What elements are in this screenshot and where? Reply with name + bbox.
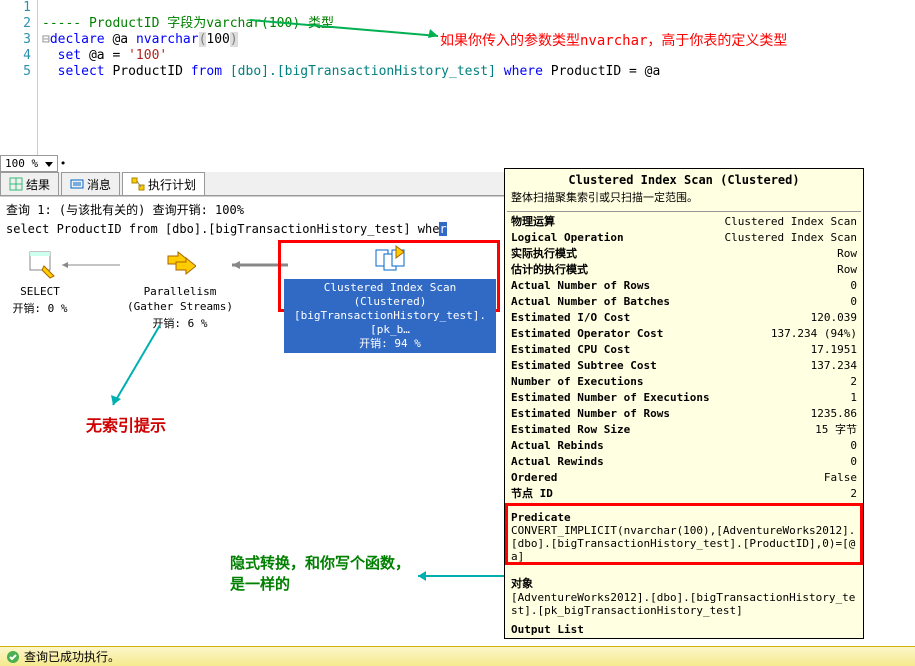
plan-query-sql: select ProductID from [dbo].[bigTransact… bbox=[0, 222, 505, 240]
tooltip-row: Actual Rebinds0 bbox=[507, 438, 861, 454]
tooltip-subtitle: 整体扫描聚集索引或只扫描一定范围。 bbox=[507, 189, 861, 209]
tooltip-row: 实际执行模式Row bbox=[507, 246, 861, 262]
status-text: 查询已成功执行。 bbox=[24, 648, 120, 665]
tooltip-row: Estimated Row Size15 字节 bbox=[507, 422, 861, 438]
plan-icon bbox=[131, 177, 145, 191]
plan-node-parallelism[interactable]: Parallelism (Gather Streams) 开销: 6 % bbox=[120, 248, 240, 331]
tooltip-row: 估计的执行模式Row bbox=[507, 262, 861, 278]
tooltip-object-body: [AdventureWorks2012].[dbo].[bigTransacti… bbox=[507, 591, 861, 619]
tab-messages[interactable]: 消息 bbox=[61, 172, 120, 195]
success-icon bbox=[6, 650, 20, 664]
arrow-icon bbox=[410, 566, 510, 586]
results-tabstrip: 结果 消息 执行计划 bbox=[0, 172, 505, 196]
tooltip-row: Actual Number of Batches0 bbox=[507, 294, 861, 310]
tooltip-row: Actual Rewinds0 bbox=[507, 454, 861, 470]
execution-plan-pane[interactable]: 查询 1: (与该批有关的) 查询开销: 100% select Product… bbox=[0, 196, 505, 666]
highlight-frame-predicate bbox=[505, 503, 863, 565]
plan-node-clustered-index-scan[interactable]: Clustered Index Scan (Clustered) [bigTra… bbox=[284, 244, 496, 353]
tooltip-row: Estimated CPU Cost17.1951 bbox=[507, 342, 861, 358]
arrow-icon bbox=[105, 325, 175, 415]
tooltip-row: Estimated Subtree Cost137.234 bbox=[507, 358, 861, 374]
status-bar: 查询已成功执行。 bbox=[0, 646, 915, 666]
tooltip-row: 物理运算Clustered Index Scan bbox=[507, 214, 861, 230]
tooltip-object-label: 对象 bbox=[507, 571, 861, 591]
tooltip-row: Logical OperationClustered Index Scan bbox=[507, 230, 861, 246]
plan-edge bbox=[62, 260, 122, 270]
tab-execution-plan[interactable]: 执行计划 bbox=[122, 172, 205, 195]
plan-query-header: 查询 1: (与该批有关的) 查询开销: 100% bbox=[0, 197, 505, 222]
tooltip-title: Clustered Index Scan (Clustered) bbox=[507, 171, 861, 189]
fold-icon[interactable]: ⊟ bbox=[42, 32, 50, 47]
tooltip-row: 节点 ID2 bbox=[507, 486, 861, 502]
select-result-icon bbox=[24, 248, 56, 280]
arrow-icon bbox=[250, 14, 450, 44]
tooltip-row: Actual Number of Rows0 bbox=[507, 278, 861, 294]
tooltip-row: Estimated Operator Cost137.234 (94%) bbox=[507, 326, 861, 342]
line-gutter: 1 2 3 4 5 bbox=[0, 0, 38, 155]
tooltip-row: Estimated I/O Cost120.039 bbox=[507, 310, 861, 326]
annotation-no-index: 无索引提示 bbox=[86, 412, 166, 436]
message-icon bbox=[70, 177, 84, 191]
tooltip-row: Estimated Number of Rows1235.86 bbox=[507, 406, 861, 422]
annotation-param-type: 如果你传入的参数类型nvarchar，高于你表的定义类型 bbox=[440, 30, 787, 50]
chevron-down-icon bbox=[45, 162, 53, 167]
tab-results[interactable]: 结果 bbox=[0, 172, 59, 195]
plan-node-tooltip: Clustered Index Scan (Clustered) 整体扫描聚集索… bbox=[504, 168, 864, 639]
plan-node-select[interactable]: SELECT 开销: 0 % bbox=[10, 248, 70, 316]
zoom-control[interactable]: 100 % • bbox=[0, 155, 66, 172]
tooltip-row: Number of Executions2 bbox=[507, 374, 861, 390]
clustered-index-scan-icon bbox=[374, 244, 406, 276]
grid-icon bbox=[9, 177, 23, 191]
tooltip-row: OrderedFalse bbox=[507, 470, 861, 486]
sql-editor[interactable]: 1 2 3 4 5 ----- ProductID 字段为varchar(100… bbox=[0, 0, 915, 155]
tooltip-output-list-label: Output List bbox=[507, 619, 861, 636]
tooltip-row: Estimated Number of Executions1 bbox=[507, 390, 861, 406]
annotation-implicit-convert: 隐式转换，和你写个函数， 是一样的 bbox=[230, 552, 410, 594]
parallelism-icon bbox=[164, 248, 196, 280]
